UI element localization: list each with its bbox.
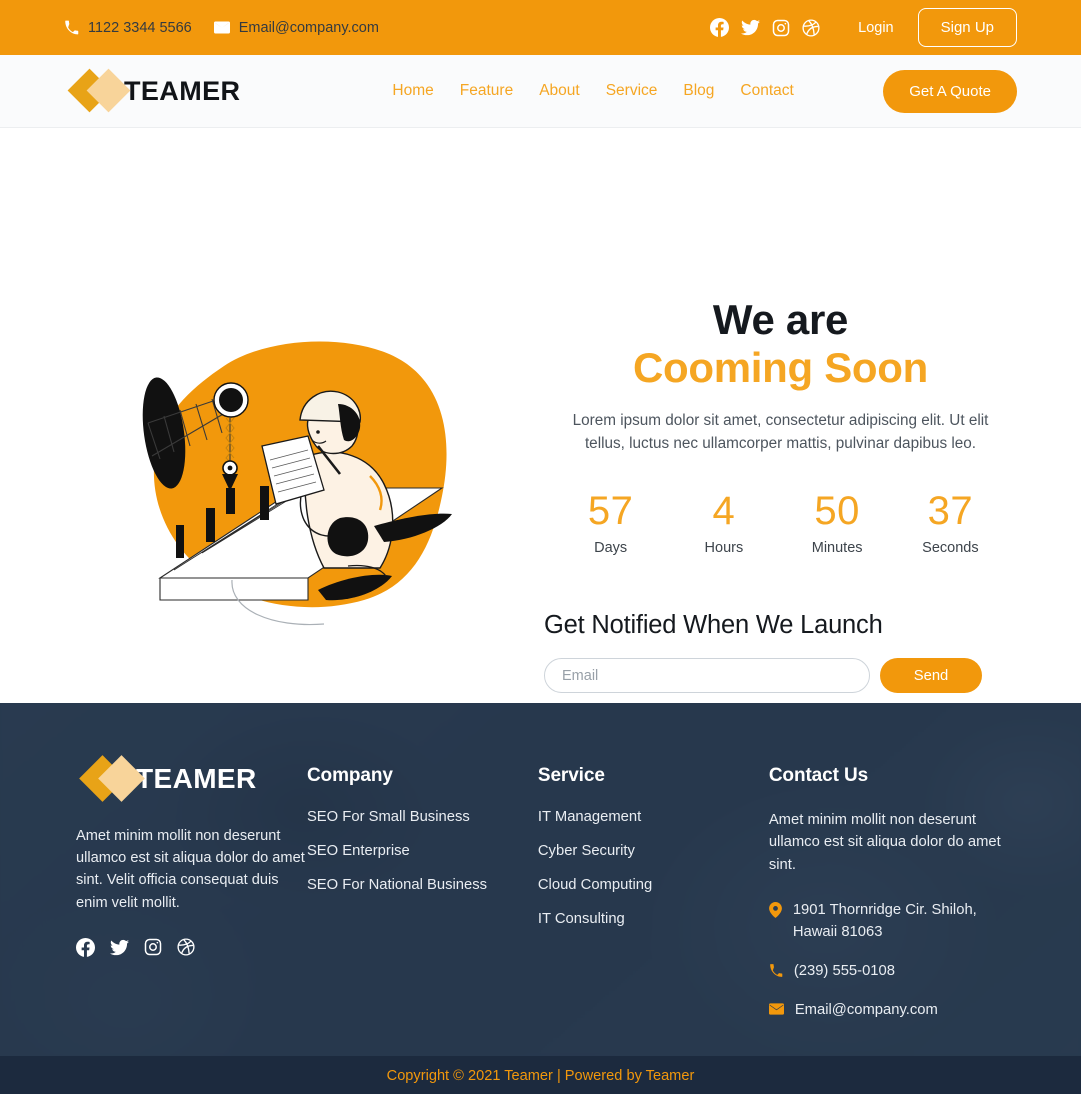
facebook-icon[interactable] — [710, 18, 730, 37]
footer-link-cloud-computing[interactable]: Cloud Computing — [538, 877, 769, 893]
footer-address-text: 1901 Thornridge Cir. Shiloh, Hawaii 8106… — [792, 902, 977, 941]
footer-link-it-management[interactable]: IT Management — [538, 809, 769, 825]
envelope-icon — [768, 1002, 784, 1020]
nav-item-contact[interactable]: Contact — [740, 82, 793, 100]
top-bar-contact-group: 1122 3344 5566 Email@company.com — [64, 20, 379, 36]
countdown-minutes-label: Minutes — [811, 540, 863, 557]
topbar-phone[interactable]: 1122 3344 5566 — [64, 20, 192, 36]
nav-item-feature[interactable]: Feature — [460, 82, 513, 100]
envelope-icon — [213, 21, 230, 34]
hero-section: We are Cooming Soon Lorem ipsum dolor si… — [0, 128, 1081, 703]
countdown-days: 57 Days — [554, 491, 667, 556]
twitter-icon[interactable] — [741, 18, 761, 37]
nav-item-blog[interactable]: Blog — [683, 82, 714, 100]
logo-diamond-icon — [67, 68, 131, 114]
main-navbar: TEAMER Home Feature About Service Blog C… — [0, 55, 1081, 128]
hero-illustration — [62, 128, 532, 638]
countdown-days-value: 57 — [587, 489, 634, 534]
signup-button[interactable]: Sign Up — [917, 8, 1017, 47]
facebook-icon[interactable] — [76, 937, 95, 962]
newsletter-form: Send — [542, 658, 1019, 694]
phone-icon — [64, 20, 79, 35]
footer-link-seo-national-business[interactable]: SEO For National Business — [307, 877, 538, 893]
footer-brand-column: TEAMER Amet minim mollit non deserunt ul… — [76, 755, 307, 1038]
location-pin-icon — [768, 902, 782, 923]
hero-title: We are Cooming Soon — [542, 296, 1019, 391]
get-a-quote-button[interactable]: Get A Quote — [883, 69, 1017, 113]
footer-email[interactable]: Email@company.com — [768, 1000, 1019, 1022]
footer-phone[interactable]: (239) 555-0108 — [769, 961, 1019, 983]
footer-link-it-consulting[interactable]: IT Consulting — [538, 911, 769, 927]
send-button[interactable]: Send — [880, 658, 982, 694]
email-input[interactable] — [544, 658, 870, 694]
instagram-icon[interactable] — [144, 938, 162, 962]
footer-link-cyber-security[interactable]: Cyber Security — [538, 843, 769, 859]
twitter-icon[interactable] — [110, 938, 129, 962]
dribbble-icon[interactable] — [802, 18, 820, 37]
nav-item-about[interactable]: About — [539, 82, 580, 100]
construction-worker-illustration — [142, 341, 452, 626]
countdown-seconds-label: Seconds — [922, 540, 979, 557]
footer-link-seo-small-business[interactable]: SEO For Small Business — [307, 809, 538, 825]
footer-company-column: Company SEO For Small Business SEO Enter… — [307, 755, 538, 1038]
footer-service-column: Service IT Management Cyber Security Clo… — [538, 755, 769, 1038]
instagram-icon[interactable] — [772, 19, 790, 37]
countdown-hours-label: Hours — [704, 540, 744, 557]
nav-links: Home Feature About Service Blog Contact — [392, 82, 793, 100]
countdown-timer: 57 Days 4 Hours 50 Minutes 37 Seconds — [542, 491, 1019, 556]
footer-phone-text: (239) 555-0108 — [793, 962, 895, 979]
nav-item-home[interactable]: Home — [392, 82, 433, 100]
logo-text: TEAMER — [124, 75, 241, 106]
footer-social-links — [76, 937, 307, 962]
hero-content: We are Cooming Soon Lorem ipsum dolor si… — [532, 128, 1019, 694]
site-logo[interactable]: TEAMER — [67, 68, 241, 114]
hero-subtitle: Lorem ipsum dolor sit amet, consectetur … — [572, 412, 989, 452]
countdown-hours-value: 4 — [712, 489, 736, 534]
nav-item-service[interactable]: Service — [606, 82, 658, 100]
hero-title-line1: We are — [712, 296, 849, 343]
dribbble-icon[interactable] — [177, 938, 195, 962]
footer-company-heading: Company — [306, 765, 393, 786]
footer-contact-heading: Contact Us — [768, 765, 869, 786]
copyright-text: Copyright © 2021 Teamer | Powered by Tea… — [386, 1067, 695, 1084]
footer-contact-description: Amet minim mollit non deserunt ullamco e… — [768, 812, 1001, 873]
topbar-social-links — [710, 18, 820, 37]
logo-diamond-icon — [79, 755, 145, 803]
footer-service-heading: Service — [537, 765, 605, 786]
footer-brand-description: Amet minim mollit non deserunt ullamco e… — [76, 828, 305, 911]
countdown-hours: 4 Hours — [667, 491, 780, 556]
footer-address[interactable]: 1901 Thornridge Cir. Shiloh, Hawaii 8106… — [768, 900, 1019, 943]
topbar-email[interactable]: Email@company.com — [213, 19, 379, 36]
countdown-seconds: 37 Seconds — [894, 491, 1007, 556]
login-link[interactable]: Login — [858, 20, 893, 36]
topbar-email-text: Email@company.com — [238, 19, 379, 36]
hero-title-line2: Cooming Soon — [632, 343, 928, 391]
footer-email-text: Email@company.com — [794, 1001, 938, 1018]
countdown-days-label: Days — [594, 540, 628, 557]
footer-contact-column: Contact Us Amet minim mollit non deserun… — [768, 755, 1019, 1038]
footer-logo-text: TEAMER — [136, 763, 257, 794]
footer-link-seo-enterprise[interactable]: SEO Enterprise — [307, 843, 538, 859]
copyright-bar: Copyright © 2021 Teamer | Powered by Tea… — [0, 1056, 1081, 1094]
countdown-seconds-value: 37 — [927, 489, 974, 534]
top-bar-actions: Login Sign Up — [710, 8, 1017, 47]
footer-columns: TEAMER Amet minim mollit non deserunt ul… — [0, 703, 1081, 1038]
countdown-minutes-value: 50 — [814, 489, 860, 534]
site-footer: TEAMER Amet minim mollit non deserunt ul… — [0, 703, 1081, 1056]
notify-heading: Get Notified When We Launch — [544, 611, 883, 640]
top-bar: 1122 3344 5566 Email@company.com Login S — [0, 0, 1081, 55]
topbar-phone-text: 1122 3344 5566 — [88, 19, 192, 36]
footer-logo[interactable]: TEAMER — [79, 755, 307, 803]
phone-icon — [769, 963, 783, 983]
countdown-minutes: 50 Minutes — [781, 491, 894, 556]
